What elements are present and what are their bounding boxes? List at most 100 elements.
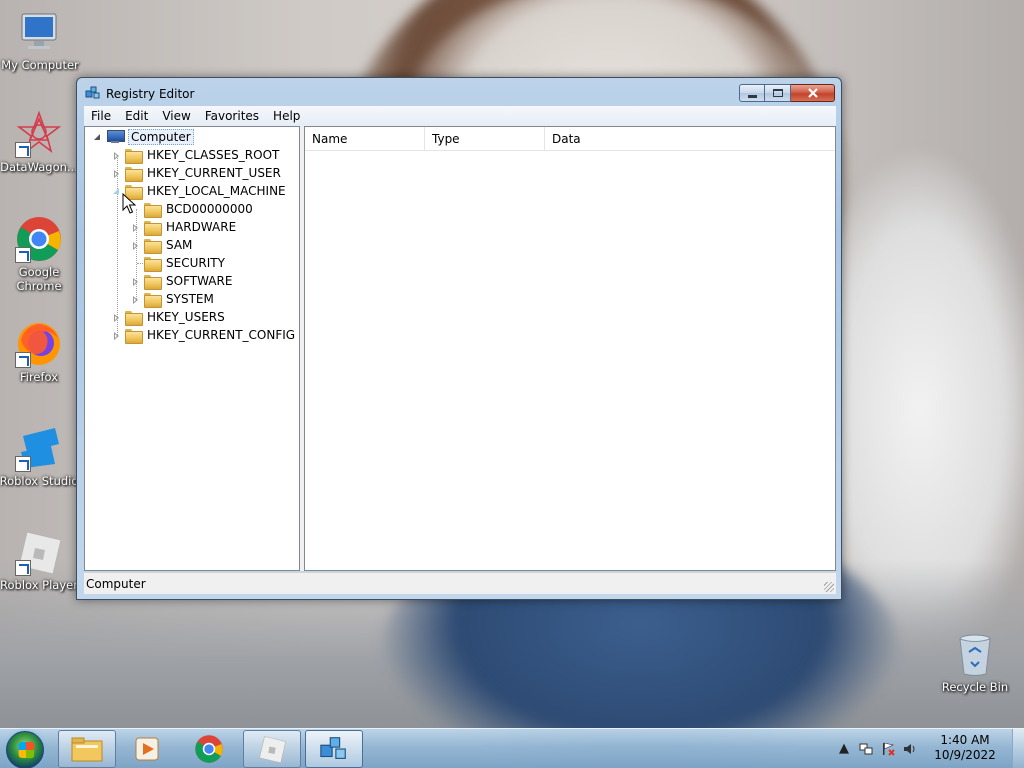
menu-favorites[interactable]: Favorites bbox=[198, 109, 266, 123]
shortcut-arrow-icon bbox=[15, 247, 31, 263]
desktop-icon-my-computer[interactable]: My Computer bbox=[0, 8, 80, 72]
start-button[interactable] bbox=[6, 731, 44, 768]
tree-node-label: SAM bbox=[166, 238, 193, 252]
collapsed-arrow-icon[interactable] bbox=[131, 277, 140, 286]
status-path: Computer bbox=[86, 577, 146, 591]
desktop-icon-label: Roblox Studio bbox=[0, 474, 79, 488]
tree-node-label: SYSTEM bbox=[166, 292, 214, 306]
desktop-icon-firefox[interactable]: Firefox bbox=[0, 320, 79, 384]
folder-icon bbox=[144, 202, 162, 218]
column-header-name[interactable]: Name bbox=[305, 127, 425, 150]
taskbar: ▲ 1:40 AM 10/9/2022 bbox=[0, 728, 1024, 768]
registry-tree[interactable]: Computer HKEY_CLASSES_ROOT HKEY_CURRENT_… bbox=[84, 126, 300, 571]
collapsed-arrow-icon[interactable] bbox=[131, 295, 140, 304]
registry-editor-icon bbox=[85, 85, 101, 101]
tree-node-label: HKEY_CURRENT_CONFIG bbox=[147, 328, 296, 342]
tree-node-security[interactable]: SECURITY bbox=[131, 254, 227, 272]
folder-icon bbox=[125, 310, 143, 326]
taskbar-registry-editor[interactable] bbox=[305, 730, 363, 768]
datawagon-icon bbox=[15, 110, 63, 158]
menu-file[interactable]: File bbox=[84, 109, 118, 123]
desktop-icon-label: Firefox bbox=[19, 370, 59, 384]
recycle-bin-icon bbox=[951, 630, 999, 678]
show-hidden-icons-icon[interactable]: ▲ bbox=[836, 741, 852, 757]
tree-node-label: HKEY_LOCAL_MACHINE bbox=[147, 184, 286, 198]
window-title: Registry Editor bbox=[106, 87, 195, 101]
desktop-icon-roblox-player[interactable]: Roblox Player bbox=[0, 528, 79, 592]
collapsed-arrow-icon[interactable] bbox=[112, 313, 121, 322]
desktop-icon-google-chrome[interactable]: Google Chrome bbox=[0, 215, 79, 293]
close-icon bbox=[807, 88, 818, 98]
folder-icon bbox=[125, 148, 143, 164]
folder-icon bbox=[125, 328, 143, 344]
taskbar-windows-explorer[interactable] bbox=[58, 730, 116, 768]
taskbar-roblox[interactable] bbox=[243, 730, 301, 768]
maximize-button[interactable] bbox=[765, 84, 791, 102]
roblox-studio-icon bbox=[15, 424, 63, 472]
action-center-flag-icon[interactable] bbox=[880, 741, 896, 757]
client-area: Computer HKEY_CLASSES_ROOT HKEY_CURRENT_… bbox=[84, 126, 836, 571]
expanded-arrow-icon[interactable] bbox=[112, 187, 121, 196]
taskbar-media-player[interactable] bbox=[118, 730, 176, 768]
menu-view[interactable]: View bbox=[155, 109, 197, 123]
close-button[interactable] bbox=[791, 84, 835, 102]
chrome-icon bbox=[195, 735, 223, 763]
desktop-icon-datawagon[interactable]: DataWagon... bbox=[0, 110, 79, 174]
desktop-icon-recycle-bin[interactable]: Recycle Bin bbox=[935, 630, 1015, 694]
registry-editor-icon bbox=[320, 737, 346, 759]
tree-node-hkey-local-machine[interactable]: HKEY_LOCAL_MACHINE bbox=[112, 182, 288, 200]
resize-grip-icon[interactable] bbox=[824, 582, 834, 592]
values-list[interactable]: Name Type Data bbox=[304, 126, 836, 571]
desktop-icon-label: My Computer bbox=[1, 58, 79, 72]
show-desktop-button[interactable] bbox=[1012, 729, 1024, 768]
desktop-icon-label: Recycle Bin bbox=[941, 680, 1009, 694]
tree-node-label: HKEY_CLASSES_ROOT bbox=[147, 148, 280, 162]
desktop-icon-label: Google Chrome bbox=[16, 265, 62, 293]
tree-node-bcd00000000[interactable]: BCD00000000 bbox=[131, 200, 255, 218]
clock-date: 10/9/2022 bbox=[934, 748, 996, 762]
tree-node-software[interactable]: SOFTWARE bbox=[131, 272, 234, 290]
tree-node-hardware[interactable]: HARDWARE bbox=[131, 218, 238, 236]
taskbar-google-chrome[interactable] bbox=[180, 730, 238, 768]
minimize-icon bbox=[747, 94, 757, 98]
tree-node-hkey-current-user[interactable]: HKEY_CURRENT_USER bbox=[112, 164, 283, 182]
shortcut-arrow-icon bbox=[15, 560, 31, 576]
tree-node-hkey-users[interactable]: HKEY_USERS bbox=[112, 308, 227, 326]
tree-node-computer[interactable]: Computer bbox=[93, 128, 194, 146]
expanded-arrow-icon[interactable] bbox=[93, 133, 102, 142]
tree-node-hkey-classes-root[interactable]: HKEY_CLASSES_ROOT bbox=[112, 146, 281, 164]
roblox-player-icon bbox=[15, 528, 63, 576]
tree-node-system[interactable]: SYSTEM bbox=[131, 290, 216, 308]
collapsed-arrow-icon[interactable] bbox=[131, 241, 140, 250]
registry-editor-window[interactable]: Registry Editor File Edit View Favorites… bbox=[76, 77, 842, 600]
collapsed-arrow-icon[interactable] bbox=[112, 331, 121, 340]
menu-help[interactable]: Help bbox=[266, 109, 307, 123]
tree-node-hkey-current-config[interactable]: HKEY_CURRENT_CONFIG bbox=[112, 326, 297, 344]
collapsed-arrow-icon[interactable] bbox=[112, 151, 121, 160]
title-bar[interactable]: Registry Editor bbox=[77, 78, 841, 106]
column-header-data[interactable]: Data bbox=[545, 127, 835, 150]
folder-icon bbox=[125, 166, 143, 182]
tree-node-sam[interactable]: SAM bbox=[131, 236, 194, 254]
folder-icon bbox=[144, 220, 162, 236]
maximize-icon bbox=[772, 89, 783, 97]
folder-icon bbox=[144, 256, 162, 272]
clock[interactable]: 1:40 AM 10/9/2022 bbox=[930, 733, 1000, 763]
column-header-type[interactable]: Type bbox=[425, 127, 545, 150]
desktop-icon-roblox-studio[interactable]: Roblox Studio bbox=[0, 424, 79, 488]
chrome-icon bbox=[15, 215, 63, 263]
minimize-button[interactable] bbox=[739, 84, 765, 102]
collapsed-arrow-icon[interactable] bbox=[112, 169, 121, 178]
status-bar: Computer bbox=[84, 572, 836, 594]
tree-node-label: HKEY_USERS bbox=[147, 310, 225, 324]
computer-icon bbox=[106, 130, 125, 144]
desktop-icon-label: Roblox Player bbox=[0, 578, 78, 592]
tree-node-label: BCD00000000 bbox=[166, 202, 253, 216]
menu-edit[interactable]: Edit bbox=[118, 109, 155, 123]
volume-icon[interactable] bbox=[902, 741, 918, 757]
network-icon[interactable] bbox=[858, 741, 874, 757]
roblox-icon bbox=[259, 736, 287, 764]
tree-node-label: SECURITY bbox=[166, 256, 225, 270]
mouse-cursor-icon bbox=[122, 193, 137, 214]
collapsed-arrow-icon[interactable] bbox=[131, 223, 140, 232]
